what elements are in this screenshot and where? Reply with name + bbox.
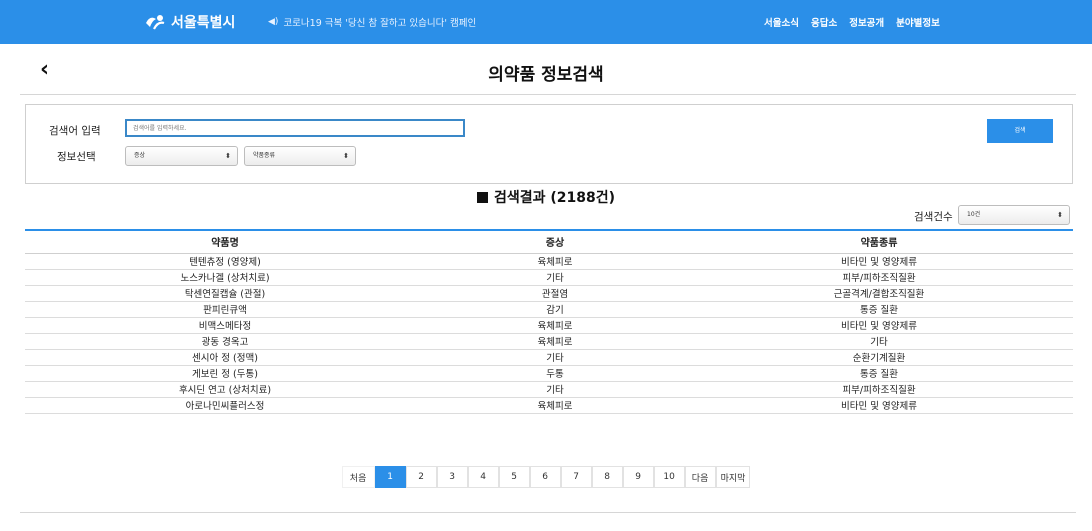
search-panel: 검색어 입력 정보선택 증상 ⬍ 약품종류 ⬍ 검색 (25, 104, 1073, 184)
symptom-cell: 육체피로 (425, 253, 685, 270)
symptom-cell: 육체피로 (425, 317, 685, 334)
keyword-label: 검색어 입력 (49, 125, 101, 137)
drug-name-cell[interactable]: 비맥스메타정 (25, 317, 425, 334)
page-button-7[interactable]: 7 (560, 466, 592, 488)
drug-name-cell[interactable]: 탁센연질캡슐 (관절) (25, 285, 425, 302)
square-bullet-icon (476, 192, 488, 203)
symptom-cell: 관절염 (425, 285, 685, 302)
table-row[interactable]: 게보린 정 (두통) 두통 통증 질환 (25, 365, 1073, 382)
drug-name-cell[interactable]: 광동 경옥고 (25, 333, 425, 350)
col-drug-name: 약품명 (25, 231, 425, 254)
page-title: 의약품 정보검색 (488, 65, 604, 85)
seoul-logo-icon (146, 15, 165, 30)
updown-arrow-icon: ⬍ (343, 152, 349, 160)
updown-arrow-icon: ⬍ (225, 152, 231, 160)
table-row[interactable]: 노스카나겔 (상처치료) 기타 피부/피하조직질환 (25, 269, 1073, 286)
drug-kind-cell: 비타민 및 영양제류 (685, 317, 1073, 334)
page-button-3[interactable]: 3 (436, 466, 468, 488)
results-table: 약품명 증상 약품종류 텐텐츄정 (영양제) 육체피로 비타민 및 영양제류 노스카… (25, 231, 1073, 414)
page-button-8[interactable]: 8 (591, 466, 623, 488)
drug-kind-cell: 근골격계/결합조직질환 (685, 285, 1073, 302)
seoul-logo[interactable]: 서울특별시 (144, 12, 235, 32)
drug-kind-cell: 피부/피하조직질환 (685, 269, 1073, 286)
info-select-label: 정보선택 (57, 151, 96, 163)
drug-name-cell[interactable]: 아로나민씨플러스정 (25, 397, 425, 414)
campaign-link[interactable]: ◀︎) 코로나19 극복 '당신 참 잘하고 있습니다' 캠페인 (268, 15, 476, 29)
symptom-cell: 기타 (425, 349, 685, 366)
top-bar: 서울특별시 ◀︎) 코로나19 극복 '당신 참 잘하고 있습니다' 캠페인 서… (0, 0, 1092, 44)
table-header-row: 약품명 증상 약품종류 (25, 231, 1073, 254)
page-first-button[interactable]: 처음 (341, 466, 375, 488)
drug-kind-cell: 피부/피하조직질환 (685, 381, 1073, 398)
nav-field-info[interactable]: 분야별정보 (896, 15, 940, 29)
updown-arrow-icon: ⬍ (1057, 211, 1063, 219)
pagination: 처음 1 2 3 4 5 6 7 8 9 10 다음 마지막 (0, 466, 1092, 488)
result-count-label: 검색건수 (914, 211, 953, 223)
drug-kind-cell: 통증 질환 (685, 365, 1073, 382)
page-button-5[interactable]: 5 (498, 466, 530, 488)
drug-kind-cell: 비타민 및 영양제류 (685, 253, 1073, 270)
result-count-value: 10건 (967, 211, 981, 218)
table-row[interactable]: 판피린큐액 감기 통증 질환 (25, 301, 1073, 318)
table-row[interactable]: 광동 경옥고 육체피로 기타 (25, 333, 1073, 350)
table-row[interactable]: 후시딘 연고 (상처치료) 기타 피부/피하조직질환 (25, 381, 1073, 398)
page-next-button[interactable]: 다음 (684, 466, 716, 488)
drug-kind-cell: 통증 질환 (685, 301, 1073, 318)
page-button-4[interactable]: 4 (467, 466, 499, 488)
drug-kind-cell: 순환기계질환 (685, 349, 1073, 366)
drug-name-cell[interactable]: 센시아 정 (정맥) (25, 349, 425, 366)
table-row[interactable]: 텐텐츄정 (영양제) 육체피로 비타민 및 영양제류 (25, 253, 1073, 270)
campaign-text: 코로나19 극복 '당신 참 잘하고 있습니다' 캠페인 (283, 18, 477, 29)
symptom-cell: 육체피로 (425, 333, 685, 350)
drug-kind-select-value: 약품종류 (253, 152, 276, 159)
symptom-cell: 기타 (425, 381, 685, 398)
col-drug-kind: 약품종류 (685, 231, 1073, 254)
nav-disclosure[interactable]: 정보공개 (849, 15, 884, 29)
table-row[interactable]: 비맥스메타정 육체피로 비타민 및 영양제류 (25, 317, 1073, 334)
drug-name-cell[interactable]: 노스카나겔 (상처치료) (25, 269, 425, 286)
symptom-cell: 두통 (425, 365, 685, 382)
table-row[interactable]: 센시아 정 (정맥) 기타 순환기계질환 (25, 349, 1073, 366)
drug-kind-select[interactable]: 약품종류 ⬍ (244, 146, 356, 166)
results-heading: 검색결과 (2188건) (0, 187, 1092, 207)
divider (20, 94, 1076, 95)
drug-kind-cell: 기타 (685, 333, 1073, 350)
drug-name-cell[interactable]: 게보린 정 (두통) (25, 365, 425, 382)
results-heading-text: 검색결과 (2188건) (493, 190, 616, 206)
symptom-cell: 감기 (425, 301, 685, 318)
nav-response[interactable]: 응답소 (811, 15, 837, 29)
symptom-cell: 기타 (425, 269, 685, 286)
top-nav: 서울소식 응답소 정보공개 분야별정보 (764, 15, 940, 29)
result-count-select[interactable]: 10건 ⬍ (958, 205, 1070, 225)
symptom-select[interactable]: 증상 ⬍ (125, 146, 238, 166)
table-row[interactable]: 탁센연질캡슐 (관절) 관절염 근골격계/결합조직질환 (25, 285, 1073, 302)
page-button-1[interactable]: 1 (374, 466, 406, 488)
speaker-icon: ◀︎) (268, 17, 279, 27)
divider (20, 512, 1076, 513)
table-row[interactable]: 아로나민씨플러스정 육체피로 비타민 및 영양제류 (25, 397, 1073, 414)
page-button-2[interactable]: 2 (405, 466, 437, 488)
drug-kind-cell: 비타민 및 영양제류 (685, 397, 1073, 414)
search-input[interactable] (125, 119, 465, 137)
page-button-10[interactable]: 10 (653, 466, 685, 488)
drug-name-cell[interactable]: 판피린큐액 (25, 301, 425, 318)
page-last-button[interactable]: 마지막 (715, 466, 751, 488)
drug-name-cell[interactable]: 후시딘 연고 (상처치료) (25, 381, 425, 398)
page-button-6[interactable]: 6 (529, 466, 561, 488)
page-button-9[interactable]: 9 (622, 466, 654, 488)
col-symptom: 증상 (425, 231, 685, 254)
nav-seoul-news[interactable]: 서울소식 (764, 15, 799, 29)
logo-text: 서울특별시 (171, 15, 236, 31)
search-button[interactable]: 검색 (987, 119, 1053, 143)
drug-name-cell[interactable]: 텐텐츄정 (영양제) (25, 253, 425, 270)
symptom-select-value: 증상 (134, 152, 146, 159)
symptom-cell: 육체피로 (425, 397, 685, 414)
